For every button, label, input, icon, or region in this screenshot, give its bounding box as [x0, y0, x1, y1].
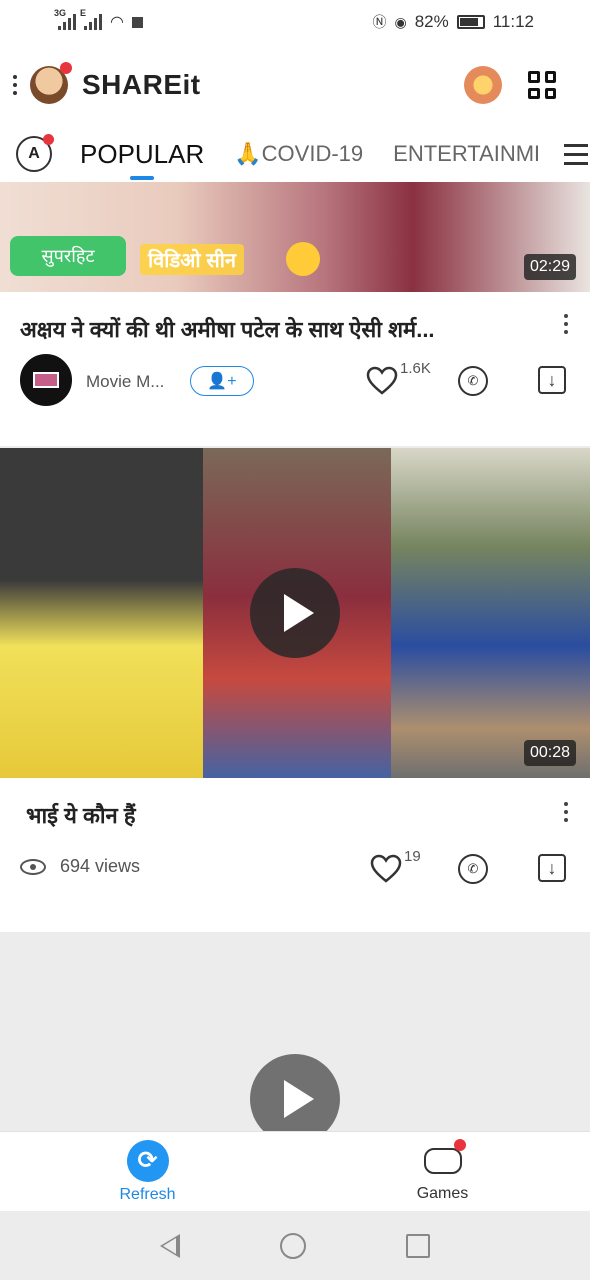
- follow-label: 👤+: [207, 373, 237, 390]
- back-icon[interactable]: [160, 1233, 180, 1258]
- heart-icon: [366, 366, 398, 395]
- notification-badge: [60, 62, 72, 74]
- thumbnail-panel: [391, 448, 590, 778]
- more-options-icon[interactable]: [564, 802, 568, 822]
- header-actions: [464, 66, 590, 104]
- play-icon: [284, 1080, 314, 1118]
- notification-icon: [131, 16, 143, 28]
- like-button[interactable]: 19: [370, 848, 421, 884]
- tab-popular[interactable]: POPULAR: [80, 139, 204, 170]
- gamepad-icon: [422, 1138, 466, 1181]
- tabs-menu-icon[interactable]: [564, 143, 589, 165]
- status-right: Ⓝ ◉ 82% 11:12: [372, 12, 534, 32]
- nav-games[interactable]: Games: [295, 1132, 590, 1211]
- eye-icon: [20, 858, 46, 875]
- refresh-icon: ⟳: [126, 1139, 169, 1182]
- thumbnail-caption: विडिओ सीन: [140, 244, 244, 275]
- tab-entertainment[interactable]: ENTERTAINME: [393, 141, 538, 167]
- home-icon[interactable]: [280, 1232, 306, 1259]
- system-navigation-bar: [0, 1211, 590, 1280]
- grid-apps-icon[interactable]: [528, 71, 556, 99]
- nav-games-label: Games: [416, 1184, 469, 1202]
- heart-icon: [370, 854, 402, 883]
- overflow-menu-icon[interactable]: [0, 75, 30, 95]
- recent-apps-icon[interactable]: [406, 1233, 430, 1258]
- download-icon[interactable]: ↓: [538, 366, 566, 394]
- like-count: 19: [404, 848, 421, 865]
- wink-emoji-icon: [286, 242, 320, 276]
- video-thumbnail[interactable]: 00:28: [0, 448, 590, 778]
- status-bar: 3G E ◠ Ⓝ ◉ 82% 11:12: [0, 0, 590, 44]
- channel-avatar[interactable]: [20, 354, 72, 406]
- nav-refresh-label: Refresh: [119, 1185, 176, 1203]
- video-card: 00:28 भाई ये कौन हैं 694 views 19 ✆ ↓: [0, 448, 590, 932]
- whatsapp-share-icon[interactable]: ✆: [458, 366, 488, 396]
- view-count-row: 694 views: [20, 856, 140, 877]
- user-avatar[interactable]: [30, 62, 72, 104]
- video-title[interactable]: भाई ये कौन हैं: [26, 800, 506, 830]
- channel-name[interactable]: Movie M...: [86, 372, 164, 392]
- signal-icon: E: [80, 8, 102, 30]
- wifi-icon: ◠: [110, 14, 124, 31]
- app-logo: SHAREit: [82, 69, 201, 100]
- tab-covid-19[interactable]: 🙏COVID-19: [234, 141, 363, 167]
- like-count: 1.6K: [400, 360, 431, 377]
- follow-button[interactable]: 👤+: [190, 366, 254, 396]
- video-title[interactable]: अक्षय ने क्यों की थी अमीषा पटेल के साथ ऐ…: [20, 314, 520, 344]
- status-left: 3G E ◠: [54, 8, 143, 32]
- video-card: सुपरहिट विडिओ सीन 02:29 अक्षय ने क्यों क…: [0, 182, 590, 446]
- language-label: A: [28, 145, 40, 162]
- thumbnail-caption: सुपरहिट: [10, 236, 126, 276]
- notification-badge: [43, 134, 54, 145]
- more-options-icon[interactable]: [564, 314, 568, 334]
- network-type-label: 3G: [54, 8, 67, 18]
- download-icon[interactable]: ↓: [538, 854, 566, 882]
- app-header: SHAREit: [0, 44, 590, 126]
- eye-comfort-icon: ◉: [394, 13, 407, 30]
- game-avatar-icon[interactable]: [464, 66, 502, 104]
- screen: 3G E ◠ Ⓝ ◉ 82% 11:12 SHAREit A POPULAR 🙏…: [0, 0, 590, 1280]
- bottom-navigation: ⟳ Refresh Games: [0, 1131, 590, 1211]
- video-duration: 02:29: [523, 254, 576, 280]
- video-duration: 00:28: [523, 740, 576, 766]
- nav-refresh[interactable]: ⟳ Refresh: [0, 1132, 295, 1211]
- notification-badge: [453, 1138, 466, 1151]
- clock: 11:12: [492, 12, 534, 31]
- language-switch-icon[interactable]: A: [16, 134, 54, 172]
- battery-percent: 82%: [414, 12, 449, 31]
- whatsapp-share-icon[interactable]: ✆: [458, 854, 488, 884]
- video-thumbnail[interactable]: सुपरहिट विडिओ सीन 02:29: [0, 182, 590, 292]
- play-icon[interactable]: [250, 568, 340, 658]
- view-count: 694 views: [60, 856, 141, 876]
- signal-icon: 3G: [54, 8, 76, 30]
- like-button[interactable]: 1.6K: [366, 360, 431, 396]
- nfc-icon: Ⓝ: [372, 14, 387, 30]
- battery-icon: [456, 15, 485, 29]
- thumbnail-panel: [0, 448, 203, 778]
- category-tabs: A POPULAR 🙏COVID-19 ENTERTAINME: [0, 126, 590, 182]
- network-type-label: E: [80, 8, 87, 18]
